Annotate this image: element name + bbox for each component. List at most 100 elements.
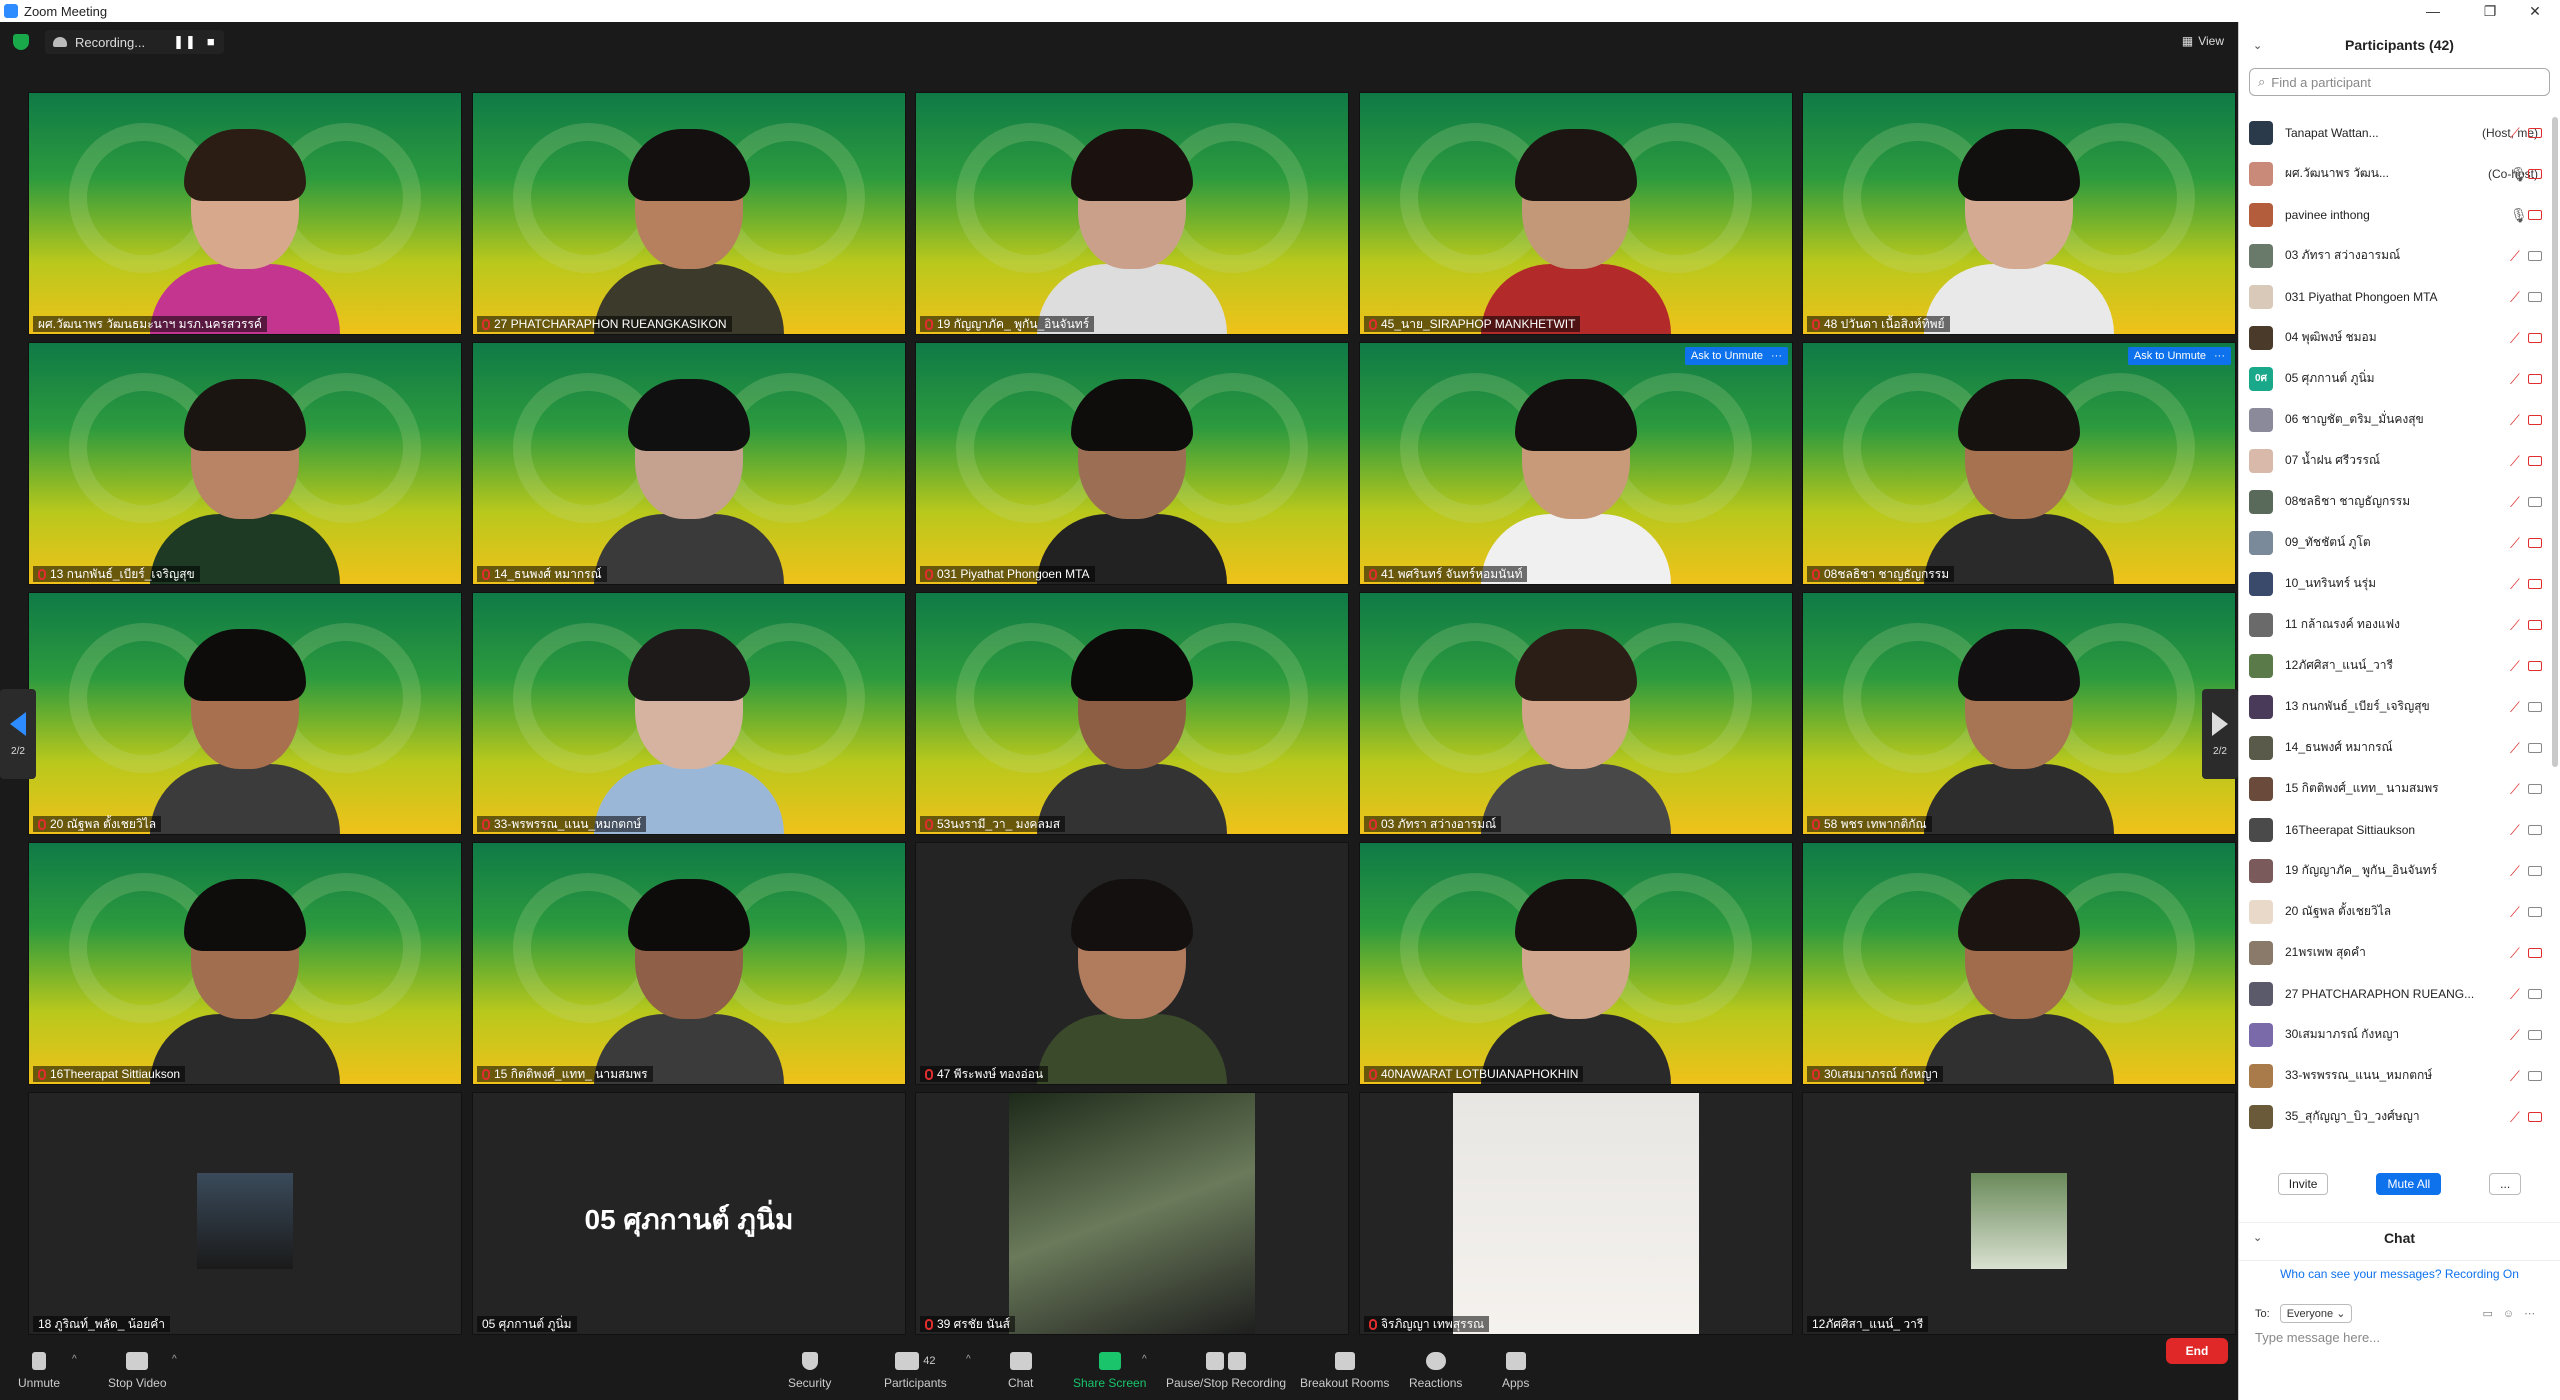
reactions-button[interactable]: Reactions (1409, 1352, 1462, 1390)
video-tile[interactable]: 14_ธนพงศ์ หมากรณ์ (472, 342, 906, 585)
participant-row[interactable]: 09_ทัชชัตน์ ภูโต ⟋ (2239, 522, 2548, 563)
minimize-icon[interactable]: — (2413, 0, 2453, 22)
recipient-select[interactable]: Everyone ⌄ (2279, 1304, 2353, 1323)
mic-muted-icon[interactable]: ⟋ (2510, 905, 2520, 919)
mic-muted-icon[interactable]: ⟋ (2510, 290, 2520, 304)
collapse-chevron-icon[interactable]: ⌄ (2253, 39, 2262, 52)
participant-row[interactable]: 27 PHATCHARAPHON RUEANG... ⟋ (2239, 973, 2548, 1014)
participant-row[interactable]: ผศ.วัฒนาพร วัฒน... (Co-host) 🎙 (2239, 153, 2548, 194)
apps-button[interactable]: Apps (1502, 1352, 1529, 1390)
video-tile[interactable]: 58 พชร เทพากติกัณ (1802, 592, 2236, 835)
stop-video-button[interactable]: Stop Video (108, 1352, 167, 1390)
video-tile[interactable]: จิรภิญญา เทพสุรรณ (1359, 1092, 1793, 1335)
microphone-icon[interactable]: 🎙 (2510, 167, 2528, 181)
participants-options-caret-icon[interactable]: ^ (966, 1354, 971, 1365)
mic-muted-icon[interactable]: ⟋ (2510, 782, 2520, 796)
mic-muted-icon[interactable]: ⟋ (2510, 249, 2520, 263)
participants-button[interactable]: 42 Participants (884, 1352, 947, 1390)
video-tile[interactable]: 47 พีระพงษ์ ทองอ่อน (915, 842, 1349, 1085)
chat-more-icon[interactable]: ⋯ (2524, 1307, 2535, 1320)
participant-row[interactable]: 13 กนกพันธ์_เบียร์_เจริญสุข ⟋ (2239, 686, 2548, 727)
next-page-button[interactable]: 2/2 (2202, 689, 2238, 779)
video-tile[interactable]: 39 ศรชัย นันส์ (915, 1092, 1349, 1335)
microphone-icon[interactable]: 🎙 (2510, 208, 2528, 222)
participant-row[interactable]: 08ชลธิชา ชาญธัญกรรม ⟋ (2239, 481, 2548, 522)
share-screen-button[interactable]: Share Screen (1073, 1352, 1146, 1390)
video-tile[interactable]: Ask to Unmute ··· 41 พศรินทร์ จันทร์หอมนัน… (1359, 342, 1793, 585)
video-tile[interactable]: 13 กนกพันธ์_เบียร์_เจริญสุข (28, 342, 462, 585)
participant-row[interactable]: 20 ณัฐพล ตั้งเชยวิไล ⟋ (2239, 891, 2548, 932)
video-tile[interactable]: 30เสมมาภรณ์ กังหญา (1802, 842, 2236, 1085)
share-options-caret-icon[interactable]: ^ (1142, 1354, 1147, 1365)
stop-recording-icon[interactable]: ■ (207, 34, 216, 50)
pause-stop-recording-button[interactable]: Pause/Stop Recording (1166, 1352, 1286, 1390)
video-tile[interactable]: 45_นาย_SIRAPHOP MANKHETWIT (1359, 92, 1793, 335)
mic-muted-icon[interactable]: ⟋ (2510, 700, 2520, 714)
view-button[interactable]: ▦ View (2182, 34, 2224, 48)
participant-row[interactable]: 12ภัศศิสา_แนน์_วารี ⟋ (2239, 645, 2548, 686)
chat-visibility-link[interactable]: Who can see your messages? Recording On (2239, 1260, 2560, 1281)
participant-row[interactable]: 33-พรพรรณ_แนน_หมกตกษ์ ⟋ (2239, 1055, 2548, 1096)
participant-row[interactable]: 04 พุฒิพงษ์ ชมอม ⟋ (2239, 317, 2548, 358)
video-options-caret-icon[interactable]: ^ (172, 1354, 177, 1365)
participant-row[interactable]: 03 ภัทรา สว่างอารมณ์ ⟋ (2239, 235, 2548, 276)
mic-muted-icon[interactable]: ⟋ (2510, 331, 2520, 345)
mic-muted-icon[interactable]: ⟋ (2510, 659, 2520, 673)
chat-message-input[interactable]: Type message here... (2255, 1330, 2380, 1345)
video-tile[interactable]: 16Theerapat Sittiaukson (28, 842, 462, 1085)
participant-search-input[interactable]: ⌕ Find a participant (2249, 68, 2550, 96)
mic-muted-icon[interactable]: ⟋ (2510, 741, 2520, 755)
mic-muted-icon[interactable]: ⟋ (2510, 413, 2520, 427)
restore-icon[interactable]: ❐ (2470, 0, 2510, 22)
video-tile[interactable]: 12ภัศศิสา_แนน์_ วารี (1802, 1092, 2236, 1335)
ask-to-unmute-button[interactable]: Ask to Unmute ··· (1684, 347, 1788, 365)
participant-row[interactable]: 21พรเพพ สุดคำ ⟋ (2239, 932, 2548, 973)
video-tile[interactable]: 53นงรามี_วา_ มงคลมส (915, 592, 1349, 835)
video-tile[interactable]: 33-พรพรรณ_แนน_หมกตกษ์ (472, 592, 906, 835)
video-tile[interactable]: 18 ภูริณท์_พลัด_ น้อยคำ (28, 1092, 462, 1335)
video-tile[interactable]: 40NAWARAT LOTBUIANAPHOKHIN (1359, 842, 1793, 1085)
participant-row[interactable]: 0ศ 05 ศุภกานต์ ภูนิ่ม ⟋ (2239, 358, 2548, 399)
participant-row[interactable]: 10_นทรินทร์ นรุ่ม ⟋ (2239, 563, 2548, 604)
participant-row[interactable]: 031 Piyathat Phongoen MTA ⟋ (2239, 276, 2548, 317)
video-tile[interactable]: 03 ภัทรา สว่างอารมณ์ (1359, 592, 1793, 835)
mic-muted-icon[interactable]: ⟋ (2510, 987, 2520, 1001)
mic-muted-icon[interactable]: ⟋ (2510, 823, 2520, 837)
emoji-icon[interactable]: ☺ (2503, 1308, 2514, 1320)
mute-all-button[interactable]: Mute All (2376, 1173, 2442, 1195)
ask-to-unmute-button[interactable]: Ask to Unmute ··· (2127, 347, 2231, 365)
more-options-button[interactable]: ... (2489, 1173, 2522, 1195)
video-tile[interactable]: 20 ณัฐพล ตั้งเชยวิไล (28, 592, 462, 835)
close-icon[interactable]: ✕ (2515, 0, 2555, 22)
participant-row[interactable]: 15 กิตติพงศ์_แทท_ นามสมพร ⟋ (2239, 768, 2548, 809)
video-tile[interactable]: 05 ศุภกานต์ ภูนิ่ม 05 ศุภกานต์ ภูนิ่ม (472, 1092, 906, 1335)
mic-muted-icon[interactable]: ⟋ (2510, 946, 2520, 960)
video-tile[interactable]: 27 PHATCHARAPHON RUEANGKASIKON (472, 92, 906, 335)
mic-muted-icon[interactable]: ⟋ (2510, 864, 2520, 878)
invite-button[interactable]: Invite (2277, 1173, 2329, 1195)
participant-row[interactable]: 06 ชาญชัต_ตริม_มั่นคงสุข ⟋ (2239, 399, 2548, 440)
unmute-button[interactable]: Unmute (18, 1352, 60, 1390)
mic-muted-icon[interactable]: ⟋ (2510, 618, 2520, 632)
participant-row[interactable]: 30เสมมาภรณ์ กังหญา ⟋ (2239, 1014, 2548, 1055)
video-tile[interactable]: ผศ.วัฒนาพร วัฒนธมะนาฯ มรภ.นครสวรรค์ (28, 92, 462, 335)
video-tile[interactable]: Ask to Unmute ··· 08ชลธิชา ชาญธัญกรรม (1802, 342, 2236, 585)
video-tile[interactable]: 15 กิตติพงศ์_แทท_ นามสมพร (472, 842, 906, 1085)
mic-muted-icon[interactable]: ⟋ (2510, 126, 2520, 140)
mic-muted-icon[interactable]: ⟋ (2510, 536, 2520, 550)
security-button[interactable]: Security (788, 1352, 831, 1390)
video-tile[interactable]: 19 กัญญาภัค_ พูกัน_อินจันทร์ (915, 92, 1349, 335)
participant-row[interactable]: pavinee inthong 🎙 (2239, 194, 2548, 235)
encryption-shield-icon[interactable] (13, 34, 29, 50)
mic-muted-icon[interactable]: ⟋ (2510, 495, 2520, 509)
participant-row[interactable]: 19 กัญญาภัค_ พูกัน_อินจันทร์ ⟋ (2239, 850, 2548, 891)
mic-muted-icon[interactable]: ⟋ (2510, 1110, 2520, 1124)
participant-row[interactable]: 11 กล้าณรงค์ ทองแฟง ⟋ (2239, 604, 2548, 645)
participants-scrollbar[interactable] (2552, 117, 2558, 767)
mic-muted-icon[interactable]: ⟋ (2510, 454, 2520, 468)
video-tile[interactable]: 48 ปวันดา เนื้อสิงห์ทิพย์ (1802, 92, 2236, 335)
participant-row[interactable]: 07 น้ำฝน ศรีวรรณ์ ⟋ (2239, 440, 2548, 481)
chat-button[interactable]: Chat (1008, 1352, 1033, 1390)
mic-muted-icon[interactable]: ⟋ (2510, 1069, 2520, 1083)
mic-muted-icon[interactable]: ⟋ (2510, 372, 2520, 386)
